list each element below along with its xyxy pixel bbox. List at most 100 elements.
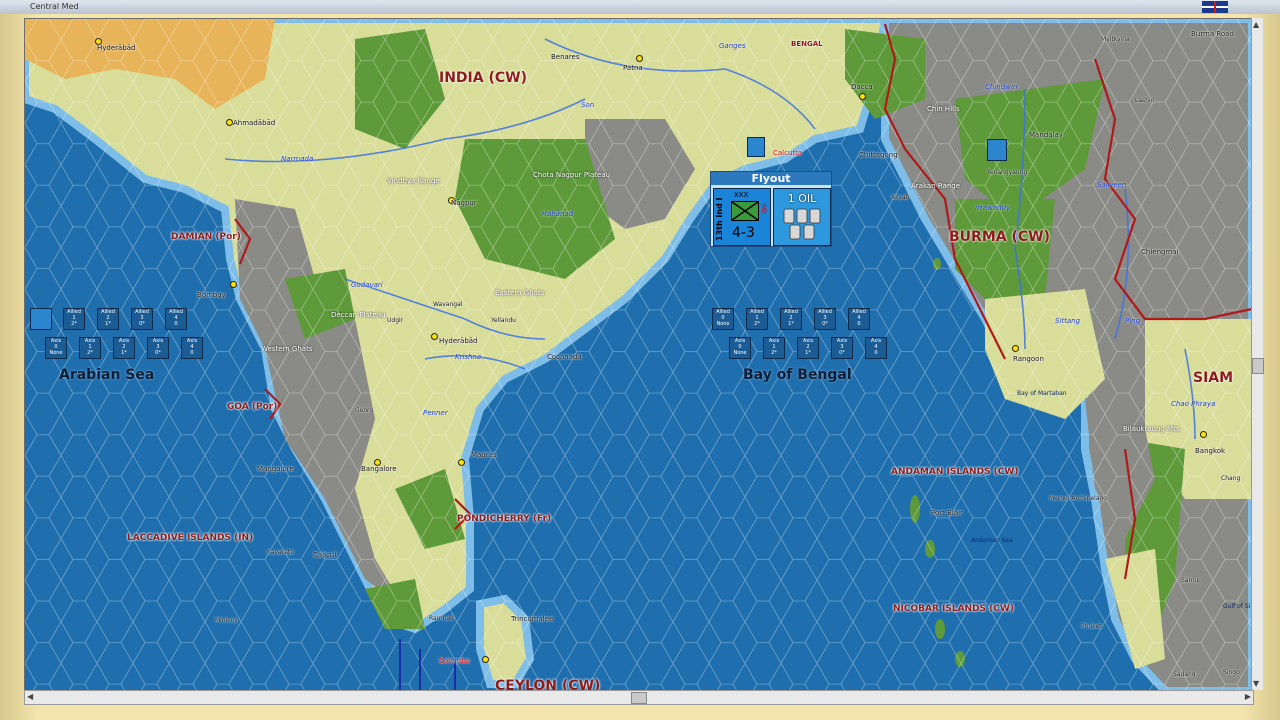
river-label: Sittang <box>1055 317 1081 325</box>
sea-box-bengal-allied-0[interactable]: Allied 0 None <box>712 308 734 330</box>
city-label: Phuket <box>1081 623 1102 630</box>
sea-box-bengal-allied-3[interactable]: Allied 3 0* <box>814 308 836 330</box>
city-marker[interactable] <box>636 55 643 62</box>
city-marker[interactable] <box>230 281 237 288</box>
sea-box-val: 0* <box>822 321 828 327</box>
sea-box-val: 0 <box>874 350 878 356</box>
sea-label-arabian: Arabian Sea <box>59 367 155 383</box>
river-label: Godavari <box>351 281 383 289</box>
terrain-label: Vindhya Range <box>387 177 440 185</box>
oil-barrels-icon <box>782 207 822 241</box>
sea-box-arabian-axis-2[interactable]: Axis 2 1* <box>113 337 135 359</box>
sea-box-bengal-axis-4[interactable]: Axis 4 0 <box>865 337 887 359</box>
flyout-title: Flyout <box>711 172 831 185</box>
terrain-label: Deccan Plateau <box>331 311 386 319</box>
city-marker[interactable] <box>431 333 438 340</box>
city-label: Calicut <box>313 551 338 559</box>
vertical-scroll-thumb[interactable] <box>1252 358 1264 374</box>
scroll-right-arrow[interactable]: ▶ <box>1245 692 1251 701</box>
unit-nation: IND <box>760 203 767 214</box>
region-label-siam: SIAM <box>1193 370 1234 386</box>
sea-box-arabian-allied-3[interactable]: Allied 4 0 <box>165 308 187 330</box>
sea-box-arabian-allied-1[interactable]: Allied 2 1* <box>97 308 119 330</box>
naval-unit-counter[interactable] <box>30 308 52 330</box>
city-label: Kavaratti <box>267 549 295 556</box>
sea-box-arabian-axis-3[interactable]: Axis 3 0* <box>147 337 169 359</box>
river-label: Irrawaddy <box>975 204 1011 212</box>
scroll-down-arrow[interactable]: ▼ <box>1253 679 1259 688</box>
city-label: Rangoon <box>1013 355 1044 363</box>
city-label: Burma Road <box>1191 30 1234 38</box>
city-label: Port Blair <box>931 509 963 517</box>
city-marker[interactable] <box>458 459 465 466</box>
flyout-unit-13th-ind[interactable]: 13th Ind I XXX IND 4-3 <box>713 188 771 246</box>
horizontal-scrollbar[interactable]: ◀ ▶ <box>24 690 1254 705</box>
city-label: Singo <box>1223 669 1240 676</box>
sea-box-arabian-axis-4[interactable]: Axis 4 0 <box>181 337 203 359</box>
sea-box-val: 1* <box>805 350 811 356</box>
scroll-up-arrow[interactable]: ▲ <box>1253 20 1259 29</box>
region-label-burma: BURMA (CW) <box>949 229 1050 245</box>
sea-box-val: 0 <box>857 321 861 327</box>
sea-label-andaman: Andaman Sea <box>971 537 1013 544</box>
vertical-scrollbar[interactable]: ▲ ▼ <box>1251 18 1264 690</box>
city-label: Yenangyaung <box>987 169 1028 176</box>
sea-box-val: 0 <box>174 321 178 327</box>
sea-box-arabian-allied-2[interactable]: Allied 3 0* <box>131 308 153 330</box>
river-label: Chao Phraya <box>1171 400 1216 408</box>
city-marker[interactable] <box>226 119 233 126</box>
sea-box-arabian-axis-0[interactable]: Axis 0 None <box>45 337 67 359</box>
city-marker[interactable] <box>1200 431 1207 438</box>
army-unit-counter[interactable] <box>747 137 765 157</box>
city-label: Samui <box>1181 577 1200 584</box>
city-label: Mandalay <box>1029 131 1063 139</box>
sea-box-bengal-axis-1[interactable]: Axis 1 2* <box>763 337 785 359</box>
city-label: Wavangal <box>433 301 463 308</box>
city-label: Madras <box>471 451 497 459</box>
sea-box-val: 2* <box>71 321 77 327</box>
sea-label-bengal: Bay of Bengal <box>743 367 852 383</box>
map-view[interactable]: INDIA (CW) BURMA (CW) SIAM CEYLON (CW) B… <box>24 18 1253 692</box>
flyout-unit-oil[interactable]: 1 OIL <box>773 188 831 246</box>
hex-map[interactable] <box>25 19 1252 691</box>
region-label-india: INDIA (CW) <box>439 70 527 86</box>
city-label: Ramnad <box>429 615 454 622</box>
region-label-damian: DAMIAN (Por) <box>171 232 241 242</box>
flyout-panel[interactable]: Flyout 13th Ind I XXX IND 4-3 1 OIL <box>710 171 832 247</box>
city-label: Chang <box>1221 475 1241 482</box>
river-label: Ganges <box>719 42 746 50</box>
scroll-left-arrow[interactable]: ◀ <box>27 692 33 701</box>
window-titlebar: Central Med <box>0 0 1280 15</box>
sea-box-bengal-axis-3[interactable]: Axis 3 0* <box>831 337 853 359</box>
sea-box-bengal-axis-0[interactable]: Axis 0 None <box>729 337 751 359</box>
river-label: Chindwin <box>985 83 1018 91</box>
city-label: Dacca <box>851 83 873 91</box>
city-label: Minicoy <box>215 617 238 624</box>
sea-box-arabian-axis-1[interactable]: Axis 1 2* <box>79 337 101 359</box>
oil-label: 1 OIL <box>787 192 817 205</box>
sea-box-val: None <box>733 350 747 356</box>
river-label: Penner <box>423 409 448 417</box>
region-label-andaman: ANDAMAN ISLANDS (CW) <box>891 467 1019 477</box>
uk-flag-icon[interactable] <box>1202 1 1228 13</box>
sea-box-val: 0 <box>190 350 194 356</box>
city-label: Myitkyina <box>1101 36 1130 43</box>
army-unit-counter-burma[interactable] <box>987 139 1007 161</box>
city-label: Bombay <box>197 291 226 299</box>
city-label: Trincomalee <box>511 615 554 623</box>
sea-box-bengal-allied-2[interactable]: Allied 2 1* <box>780 308 802 330</box>
sea-box-bengal-allied-4[interactable]: Allied 4 0 <box>848 308 870 330</box>
city-label: Bangalore <box>361 465 397 473</box>
city-label: Bangkok <box>1195 447 1226 455</box>
sea-box-val: 1* <box>121 350 127 356</box>
unit-name: 13th Ind I <box>715 197 724 241</box>
city-marker[interactable] <box>1012 345 1019 352</box>
city-label: Udgir <box>387 317 404 324</box>
unit-size: XXX <box>734 191 749 199</box>
city-marker[interactable] <box>859 93 866 100</box>
sea-box-arabian-allied-0[interactable]: Allied 1 2* <box>63 308 85 330</box>
sea-box-bengal-allied-1[interactable]: Allied 1 2* <box>746 308 768 330</box>
horizontal-scroll-thumb[interactable] <box>631 692 647 704</box>
city-marker[interactable] <box>482 656 489 663</box>
sea-box-bengal-axis-2[interactable]: Axis 2 1* <box>797 337 819 359</box>
